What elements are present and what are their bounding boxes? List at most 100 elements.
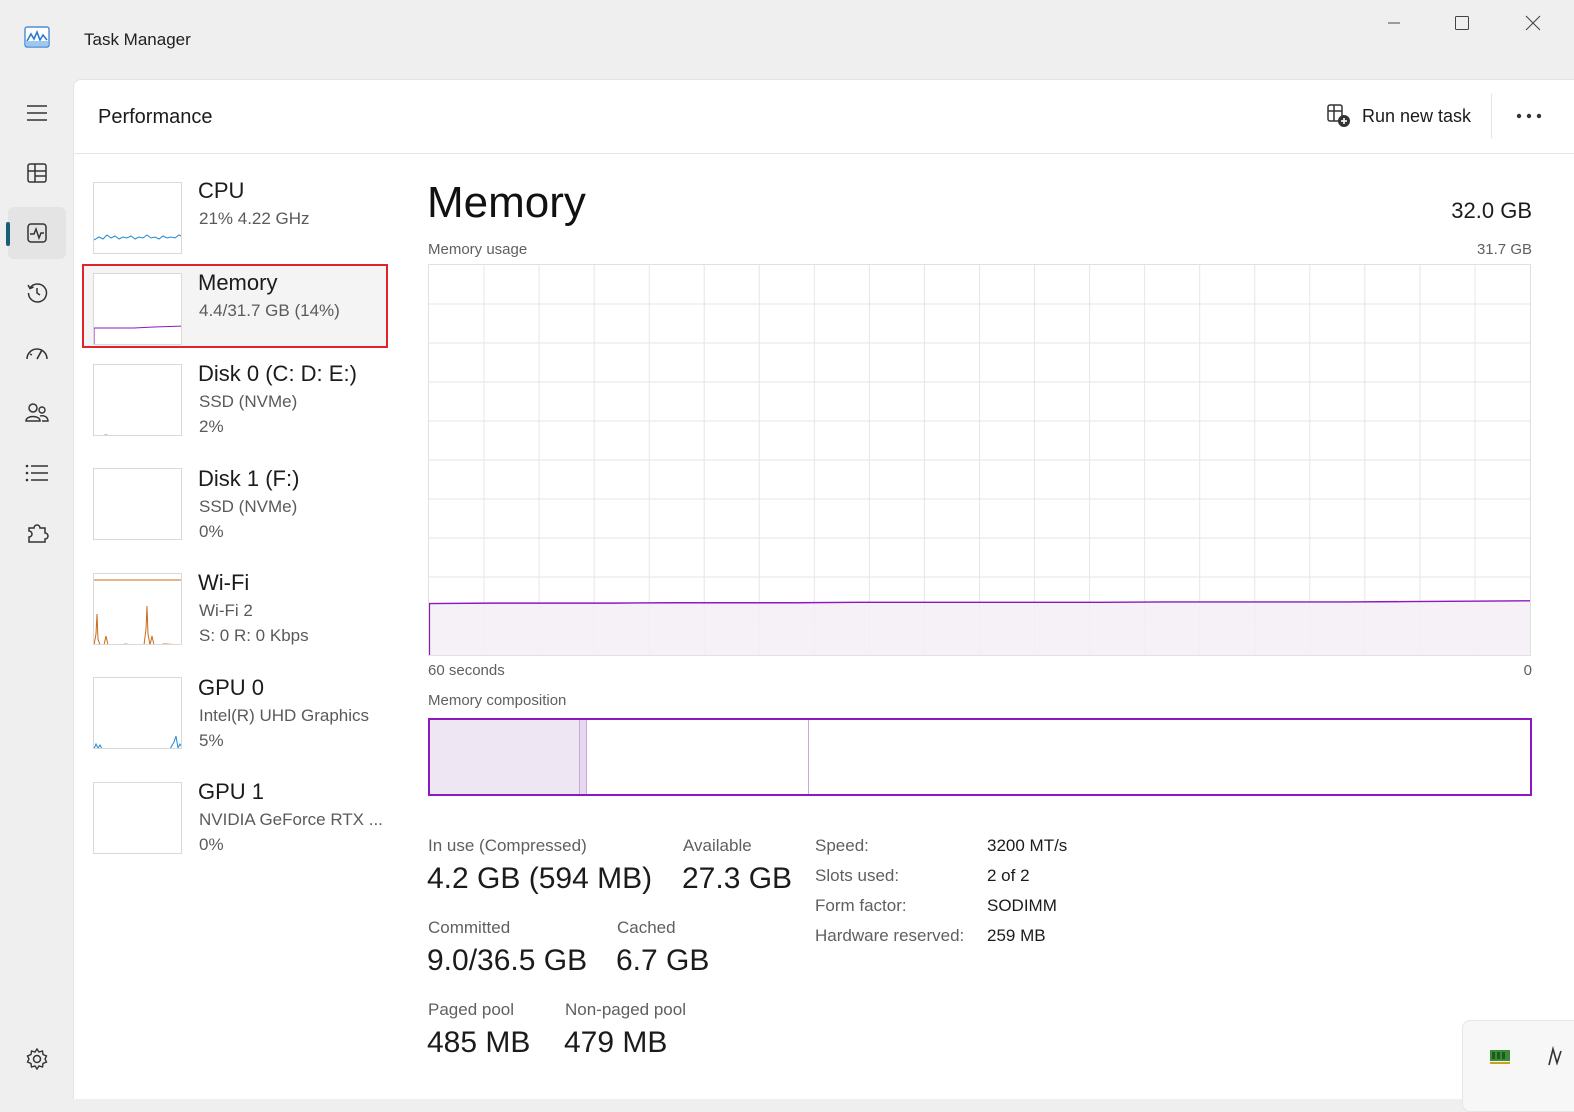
resource-gpu-0[interactable]: GPU 0 Intel(R) UHD Graphics 5% xyxy=(82,669,388,753)
available-value: 27.3 GB xyxy=(682,862,793,895)
hamburger-menu-button[interactable] xyxy=(8,87,66,139)
cpu-thumbnail-graph xyxy=(93,182,182,254)
gear-icon xyxy=(26,1047,48,1071)
startup-gauge-icon xyxy=(26,348,48,360)
run-new-task-icon xyxy=(1327,104,1350,127)
page-title: Performance xyxy=(98,106,213,128)
resource-name: CPU xyxy=(198,178,245,203)
spec-label: Hardware reserved: xyxy=(815,926,965,945)
memory-usage-graph xyxy=(428,264,1531,656)
memory-composition-label: Memory composition xyxy=(428,692,567,709)
resource-usage: 5% xyxy=(199,731,224,750)
resource-name: GPU 1 xyxy=(198,779,265,804)
active-nav-indicator xyxy=(6,222,10,246)
paged-pool-label: Paged pool xyxy=(428,1000,515,1019)
in-use-label: In use (Compressed) xyxy=(428,836,587,855)
graph-time-left-label: 60 seconds xyxy=(428,662,505,679)
close-button[interactable] xyxy=(1509,8,1557,38)
resource-detail: SSD (NVMe) xyxy=(199,392,298,411)
more-options-button[interactable] xyxy=(1510,100,1548,132)
non-paged-pool-label: Non-paged pool xyxy=(565,1000,686,1019)
memory-usage-max: 31.7 GB xyxy=(1476,241,1532,258)
resource-name: GPU 0 xyxy=(198,675,265,700)
resource-wifi[interactable]: Wi-Fi Wi-Fi 2 S: 0 R: 0 Kbps xyxy=(82,564,388,648)
resource-disk-1[interactable]: Disk 1 (F:) SSD (NVMe) 0% xyxy=(82,460,388,544)
tray-flyout[interactable] xyxy=(1462,1020,1574,1112)
wifi-thumbnail-graph xyxy=(93,573,182,645)
resource-detail: SSD (NVMe) xyxy=(199,497,298,516)
non-paged-pool-value: 479 MB xyxy=(564,1026,668,1059)
resource-detail: 4.4/31.7 GB (14%) xyxy=(199,301,340,320)
memory-usage-chart xyxy=(428,265,1531,655)
nav-startup-apps[interactable] xyxy=(8,327,66,379)
memory-heading: Memory xyxy=(427,178,586,227)
run-new-task-label: Run new task xyxy=(1362,105,1472,126)
nav-processes[interactable] xyxy=(8,147,66,199)
resource-detail: 21% 4.22 GHz xyxy=(199,209,310,228)
spec-value: 259 MB xyxy=(987,926,1046,945)
resource-disk-0[interactable]: Disk 0 (C: D: E:) SSD (NVMe) 2% xyxy=(82,355,388,439)
committed-value: 9.0/36.5 GB xyxy=(427,944,588,977)
memory-thumbnail-graph xyxy=(93,273,182,345)
list-icon xyxy=(25,464,48,482)
resource-detail: Intel(R) UHD Graphics xyxy=(199,706,370,725)
resource-usage: 0% xyxy=(199,522,224,541)
header-divider xyxy=(73,153,1574,154)
close-icon xyxy=(1525,15,1541,31)
available-label: Available xyxy=(683,836,752,855)
cached-label: Cached xyxy=(617,918,676,937)
spec-label: Form factor: xyxy=(815,896,907,915)
maximize-button[interactable] xyxy=(1438,8,1486,38)
run-new-task-button[interactable]: Run new task xyxy=(1326,100,1471,132)
resource-gpu-1[interactable]: GPU 1 NVIDIA GeForce RTX ... 0% xyxy=(82,773,388,857)
spec-value: 2 of 2 xyxy=(987,866,1030,885)
gpu-1-thumbnail-graph xyxy=(93,782,182,854)
memory-composition-bar xyxy=(428,718,1532,796)
memory-usage-area xyxy=(429,600,1530,655)
spec-value: 3200 MT/s xyxy=(987,836,1068,855)
hamburger-icon xyxy=(27,105,47,121)
resource-name: Disk 0 (C: D: E:) xyxy=(198,361,357,386)
disk-1-thumbnail-graph xyxy=(93,468,182,540)
history-icon xyxy=(27,283,48,303)
committed-label: Committed xyxy=(428,918,511,937)
nav-app-history[interactable] xyxy=(8,267,66,319)
task-manager-app-icon xyxy=(24,26,50,48)
toolbar-divider xyxy=(1491,94,1492,138)
composition-modified-segment xyxy=(579,720,587,794)
spec-label: Slots used: xyxy=(815,866,900,885)
resource-detail: Wi-Fi 2 xyxy=(199,601,253,620)
composition-in-use-segment xyxy=(430,720,579,794)
window-title: Task Manager xyxy=(84,30,191,49)
resource-detail: NVIDIA GeForce RTX ... xyxy=(199,810,383,829)
spec-value: SODIMM xyxy=(987,896,1057,915)
resource-usage: 0% xyxy=(199,835,224,854)
resource-usage: 2% xyxy=(199,417,224,436)
disk-0-thumbnail-graph xyxy=(93,364,182,436)
resource-name: Memory xyxy=(198,270,278,295)
gpu-0-thumbnail-graph xyxy=(93,677,182,749)
more-options-icon xyxy=(1516,113,1542,119)
nav-services[interactable] xyxy=(8,507,66,559)
nav-settings[interactable] xyxy=(8,1033,66,1085)
resource-usage: S: 0 R: 0 Kbps xyxy=(199,626,309,645)
resource-memory[interactable]: Memory 4.4/31.7 GB (14%) xyxy=(82,264,388,348)
resource-name: Wi-Fi xyxy=(198,570,250,595)
graph-time-right-label: 0 xyxy=(1523,662,1532,679)
resource-cpu[interactable]: CPU 21% 4.22 GHz xyxy=(82,172,388,256)
maximize-icon xyxy=(1455,16,1469,30)
cached-value: 6.7 GB xyxy=(616,944,710,977)
paged-pool-value: 485 MB xyxy=(427,1026,531,1059)
performance-icon xyxy=(27,223,47,243)
nav-performance[interactable] xyxy=(8,207,66,259)
resource-name: Disk 1 (F:) xyxy=(198,466,300,491)
nav-details[interactable] xyxy=(8,447,66,499)
processes-icon xyxy=(27,163,47,183)
composition-standby-segment xyxy=(587,720,809,794)
users-icon xyxy=(25,403,49,422)
minimize-icon xyxy=(1388,22,1400,24)
puzzle-icon xyxy=(28,524,49,543)
in-use-value: 4.2 GB (594 MB) xyxy=(427,862,653,895)
nav-users[interactable] xyxy=(8,387,66,439)
minimize-button[interactable] xyxy=(1370,8,1418,38)
